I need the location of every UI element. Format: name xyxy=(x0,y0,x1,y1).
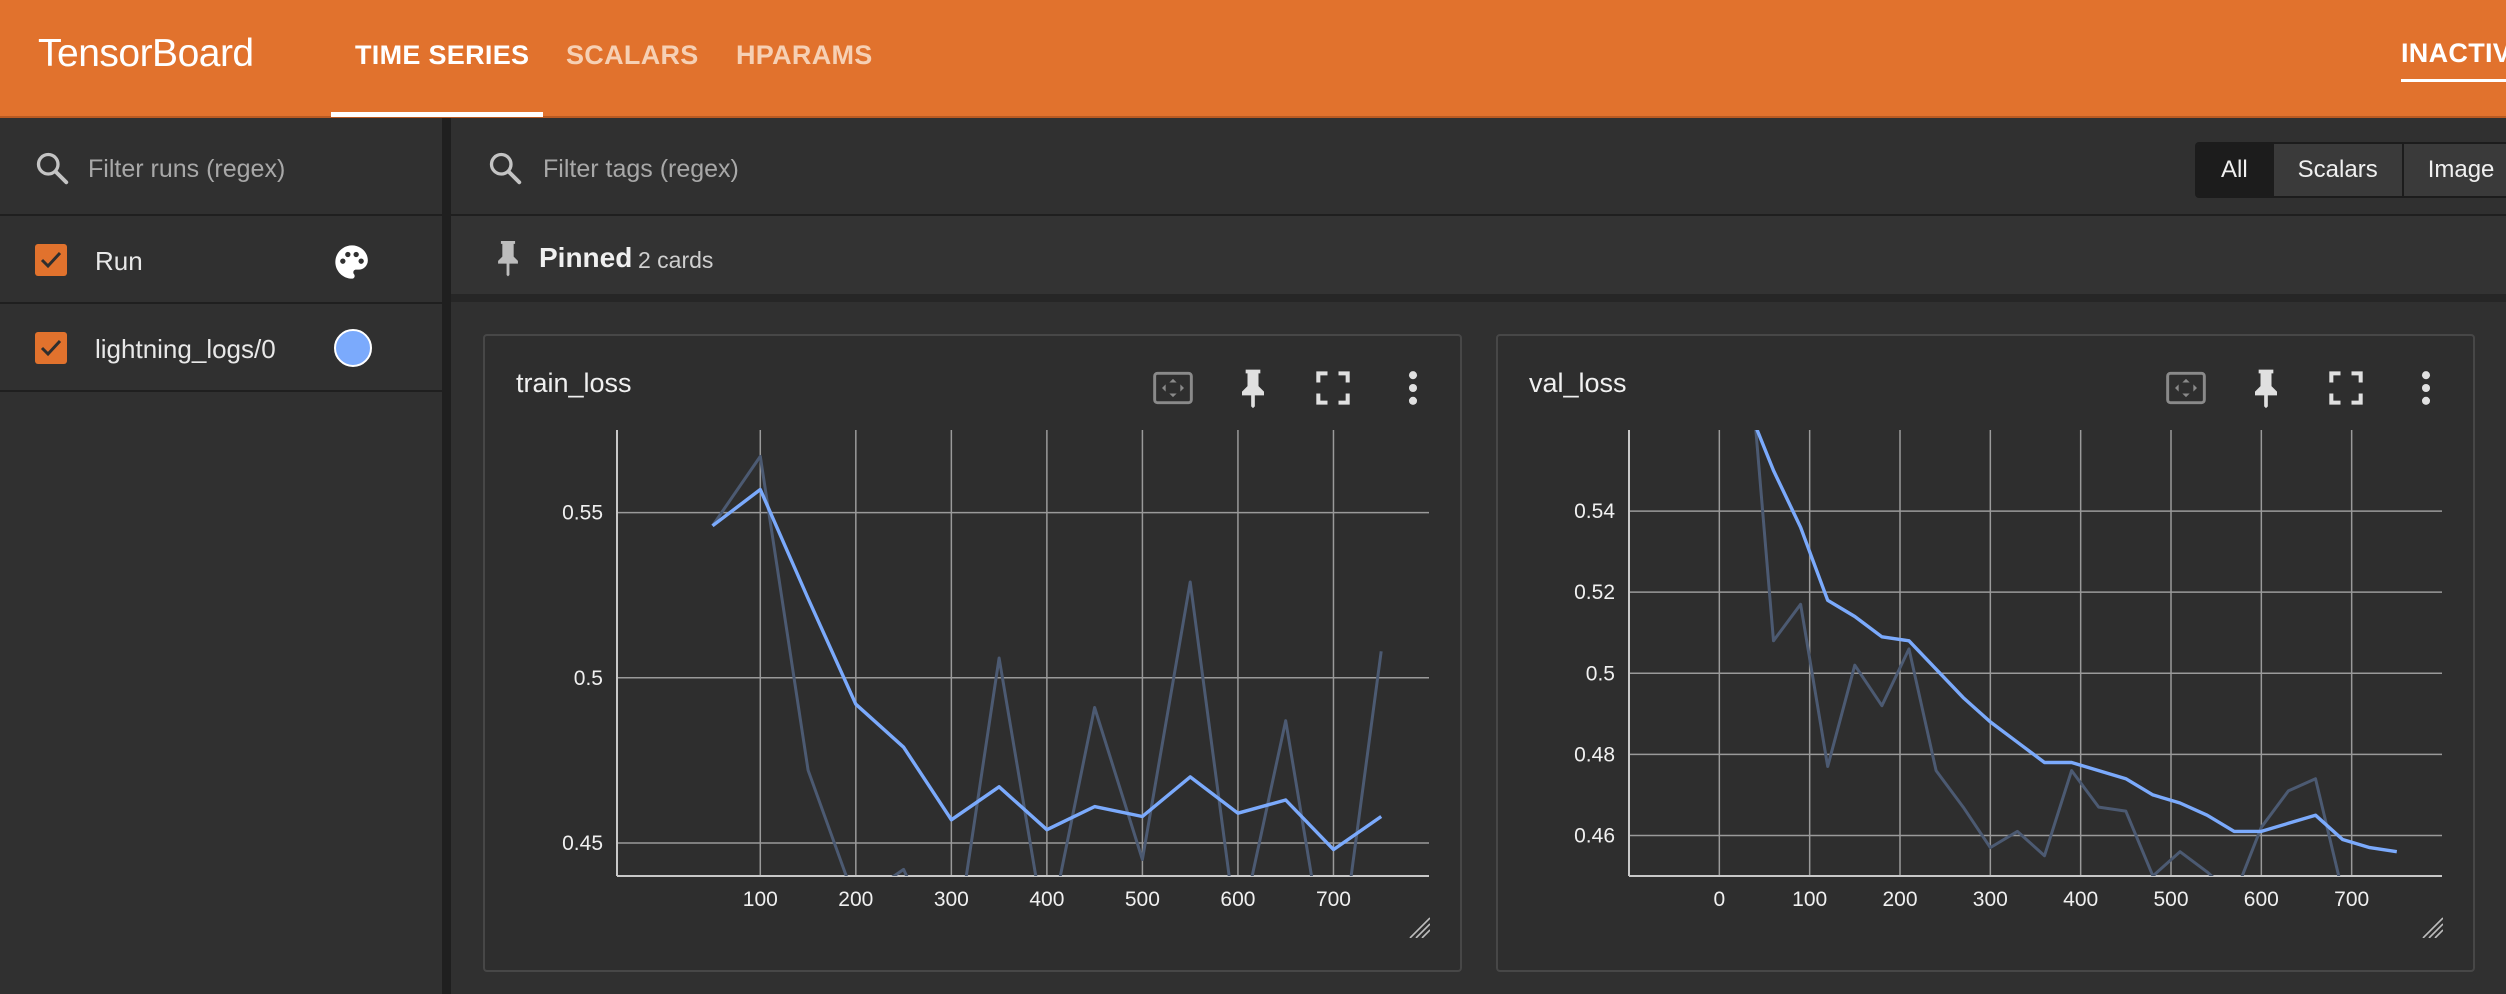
plugin-select-underline xyxy=(2401,79,2506,82)
pinned-section-header: Pinned 2 cards xyxy=(451,216,2506,302)
scalar-card-val-loss: val_loss 0 100 200 300 400 500 600 700 0.54 0.52 0… xyxy=(1496,334,2475,972)
x-tick-label: 200 xyxy=(838,888,873,911)
app-header: TensorBoard TIME SERIES SCALARS HPARAMS … xyxy=(0,0,2506,118)
run-row-header: Run xyxy=(0,216,442,304)
line-chart[interactable]: 0 100 200 300 400 500 600 700 0.54 0.52 0.5 0.48 0.4… xyxy=(1498,336,2473,970)
raw-series-line xyxy=(1754,430,2341,876)
brand-title[interactable]: TensorBoard xyxy=(38,32,254,76)
filter-image-button[interactable]: Image xyxy=(2403,144,2506,196)
runs-filter-bar xyxy=(0,118,442,216)
filter-scalars-button[interactable]: Scalars xyxy=(2273,144,2404,196)
y-tick-label: 0.5 xyxy=(574,667,603,690)
runs-filter-input[interactable] xyxy=(86,148,430,190)
tab-scalars[interactable]: SCALARS xyxy=(566,40,699,71)
pinned-title: Pinned xyxy=(539,242,633,273)
x-tick-label: 200 xyxy=(1882,888,1917,911)
x-tick-label: 100 xyxy=(1792,888,1827,911)
x-tick-label: 500 xyxy=(2153,888,2188,911)
tab-time-series[interactable]: TIME SERIES xyxy=(355,40,529,71)
run-color-swatch[interactable] xyxy=(334,329,372,367)
palette-icon[interactable] xyxy=(332,242,372,282)
active-tab-indicator xyxy=(331,112,543,117)
x-tick-label: 600 xyxy=(2244,888,2279,911)
x-tick-label: 500 xyxy=(1125,888,1160,911)
x-tick-label: 300 xyxy=(934,888,969,911)
search-icon xyxy=(36,152,69,185)
y-tick-label: 0.52 xyxy=(1574,581,1615,604)
smoothed-series-line xyxy=(1755,430,2398,854)
search-icon xyxy=(489,152,522,185)
x-tick-label: 0 xyxy=(1713,888,1725,911)
x-tick-label: 700 xyxy=(1316,888,1351,911)
resize-handle-icon[interactable] xyxy=(1408,916,1430,938)
y-tick-label: 0.45 xyxy=(562,832,603,855)
x-tick-label: 400 xyxy=(1029,888,1064,911)
run-label: lightning_logs/0 xyxy=(95,334,276,364)
y-tick-label: 0.55 xyxy=(562,502,603,525)
check-icon xyxy=(40,251,62,269)
resize-handle-icon[interactable] xyxy=(2421,916,2443,938)
run-checkbox-all[interactable] xyxy=(35,244,67,276)
sidebar-resize-handle[interactable] xyxy=(442,118,451,994)
x-tick-label: 600 xyxy=(1220,888,1255,911)
tab-hparams[interactable]: HPARAMS xyxy=(736,40,873,71)
line-chart[interactable]: 100 200 300 400 500 600 700 0.55 0.5 0.45 xyxy=(485,336,1460,970)
y-tick-label: 0.54 xyxy=(1574,500,1615,523)
run-checkbox[interactable] xyxy=(35,332,67,364)
x-tick-label: 400 xyxy=(2063,888,2098,911)
main-dashboard: All Scalars Image Pinned 2 cards train_l… xyxy=(451,118,2506,994)
y-tick-label: 0.46 xyxy=(1574,824,1615,847)
tags-filter-bar: All Scalars Image xyxy=(451,118,2506,216)
x-tick-label: 300 xyxy=(1973,888,2008,911)
pin-icon xyxy=(498,241,518,277)
filter-all-button[interactable]: All xyxy=(2197,144,2274,196)
run-row: lightning_logs/0 xyxy=(0,304,442,392)
runs-sidebar: Run lightning_logs/0 xyxy=(0,118,442,994)
check-icon xyxy=(40,339,62,357)
tags-filter-input[interactable] xyxy=(541,148,1445,190)
y-tick-label: 0.5 xyxy=(1586,662,1615,685)
scalar-card-train-loss: train_loss 100 200 300 400 500 600 700 0.55 0.5 0… xyxy=(483,334,1462,972)
run-label-header: Run xyxy=(95,246,143,276)
y-tick-label: 0.48 xyxy=(1574,743,1615,766)
plugin-select-inactive[interactable]: INACTIV xyxy=(2401,38,2506,69)
pinned-count: 2 cards xyxy=(638,247,714,273)
card-type-filter: All Scalars Image xyxy=(2195,142,2506,198)
x-tick-label: 700 xyxy=(2334,888,2369,911)
x-tick-label: 100 xyxy=(743,888,778,911)
